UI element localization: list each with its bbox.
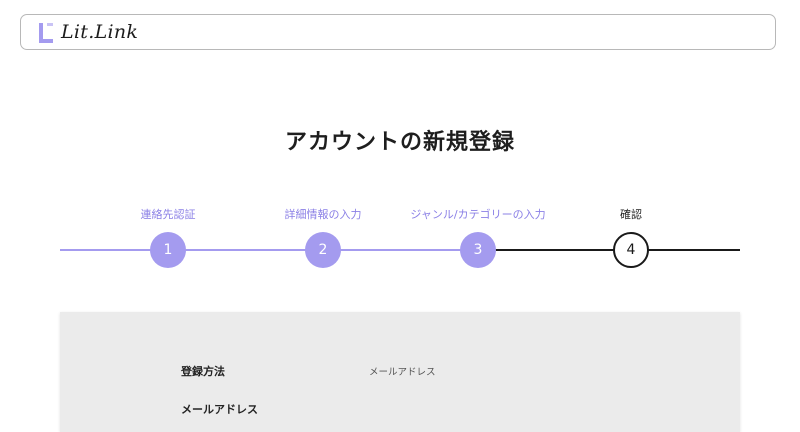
step-label-confirm: 確認 (620, 208, 642, 221)
registration-method-label: 登録方法 (181, 365, 225, 378)
email-label: メールアドレス (181, 403, 258, 416)
logo-icon (39, 23, 53, 43)
app-header: Lit.Link (20, 14, 776, 50)
confirmation-panel: 登録方法 メールアドレス メールアドレス (60, 312, 740, 432)
step-3-circle: 3 (460, 232, 496, 268)
step-1-circle: 1 (150, 232, 186, 268)
step-4-circle: 4 (613, 232, 649, 268)
logo-text[interactable]: Lit.Link (61, 21, 138, 43)
step-line-pending (478, 249, 740, 251)
progress-stepper: 連絡先認証 詳細情報の入力 ジャンル/カテゴリーの入力 確認 1 2 3 4 (0, 200, 800, 280)
step-line-completed (60, 249, 478, 251)
step-2-circle: 2 (305, 232, 341, 268)
page-title: アカウントの新規登録 (284, 130, 515, 155)
registration-method-value: メールアドレス (369, 367, 436, 378)
